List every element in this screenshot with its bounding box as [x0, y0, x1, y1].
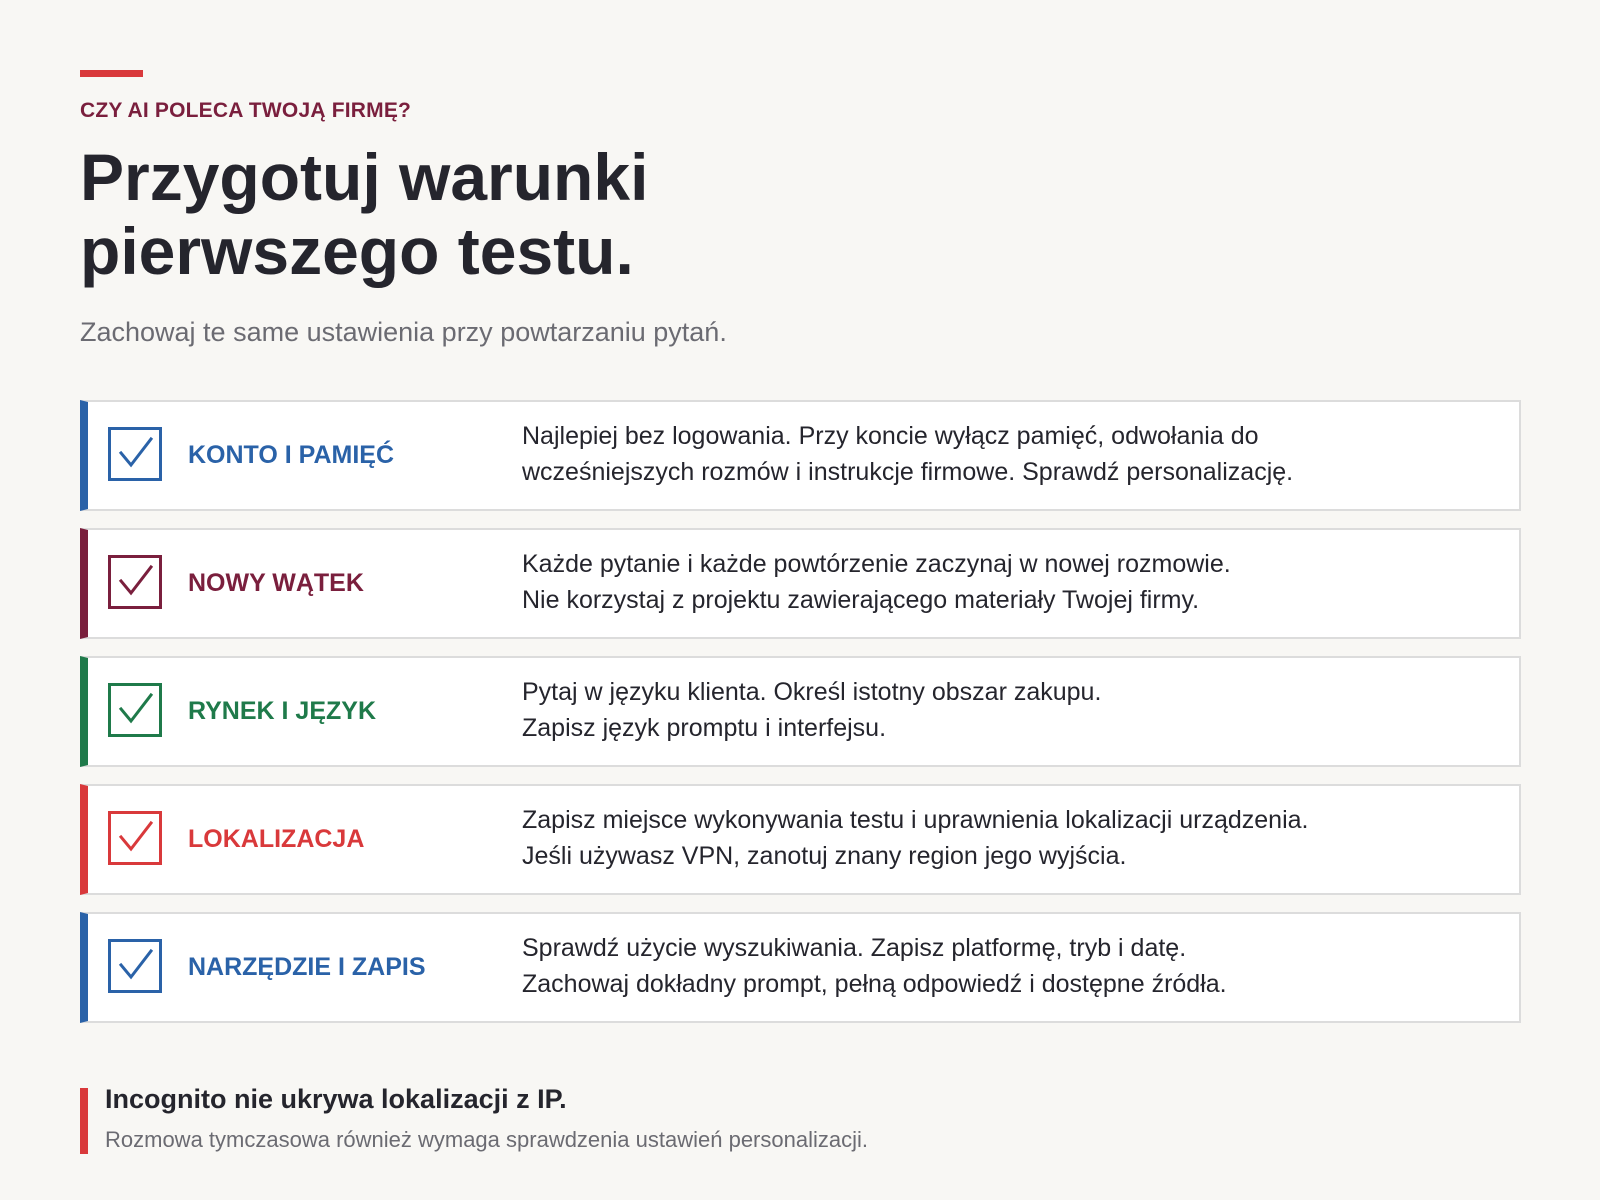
checkbox[interactable] [108, 683, 162, 737]
callout-title: Incognito nie ukrywa lokalizacji z IP. [105, 1084, 567, 1114]
description-line: Nie korzystaj z projektu zawierającego m… [522, 586, 1200, 614]
checklist-item-rynek-jezyk: RYNEK I JĘZYK Pytaj w języku klienta. Ok… [80, 656, 1521, 767]
checklist-item-label: LOKALIZACJA [188, 825, 365, 853]
checkbox[interactable] [108, 427, 162, 481]
description-line: wcześniejszych rozmów i instrukcje firmo… [522, 458, 1294, 486]
checklist-item-nowy-watek: NOWY WĄTEK Każde pytanie i każde powtórz… [80, 528, 1521, 639]
checklist-item-narzedzie-zapis: NARZĘDZIE I ZAPIS Sprawdź użycie wyszuki… [80, 912, 1521, 1023]
accent-bar [80, 70, 143, 77]
checklist-item-label: RYNEK I JĘZYK [188, 697, 377, 725]
checklist-item-label: KONTO I PAMIĘĆ [188, 441, 395, 469]
checklist-item-description: Każde pytanie i każde powtórzenie zaczyn… [522, 546, 1231, 618]
eyebrow-label: CZY AI POLECA TWOJĄ FIRMĘ? [80, 99, 412, 122]
checkbox[interactable] [108, 555, 162, 609]
checklist-item-description: Zapisz miejsce wykonywania testu i upraw… [522, 802, 1308, 874]
checklist-item-lokalizacja: LOKALIZACJA Zapisz miejsce wykonywania t… [80, 784, 1521, 895]
checkbox[interactable] [108, 939, 162, 993]
description-line: Każde pytanie i każde powtórzenie zaczyn… [522, 550, 1231, 578]
checklist-item-label: NOWY WĄTEK [188, 569, 364, 597]
checklist-item-konto: KONTO I PAMIĘĆ Najlepiej bez logowania. … [80, 400, 1521, 511]
check-icon [118, 692, 154, 724]
description-line: Sprawdź użycie wyszukiwania. Zapisz plat… [522, 934, 1187, 962]
check-icon [118, 564, 154, 596]
page-title-line2: pierwszego testu. [80, 214, 634, 288]
description-line: Najlepiej bez logowania. Przy koncie wył… [522, 422, 1259, 450]
checklist-item-description: Najlepiej bez logowania. Przy koncie wył… [522, 418, 1293, 490]
check-icon [118, 820, 154, 852]
description-line: Jeśli używasz VPN, zanotuj znany region … [522, 842, 1127, 870]
checkbox[interactable] [108, 811, 162, 865]
page-title-line1: Przygotuj warunki [80, 140, 649, 214]
checklist-item-label: NARZĘDZIE I ZAPIS [188, 953, 426, 981]
description-line: Zapisz miejsce wykonywania testu i upraw… [522, 806, 1309, 834]
check-icon [118, 436, 154, 468]
checklist: KONTO I PAMIĘĆ Najlepiej bez logowania. … [80, 400, 1521, 1040]
checklist-item-description: Pytaj w języku klienta. Określ istotny o… [522, 674, 1101, 746]
description-line: Zapisz język promptu i interfejsu. [522, 714, 887, 742]
callout-note: Incognito nie ukrywa lokalizacji z IP. R… [80, 1084, 1280, 1154]
page-subtitle: Zachowaj te same ustawienia przy powtarz… [80, 317, 727, 347]
checklist-item-description: Sprawdź użycie wyszukiwania. Zapisz plat… [522, 930, 1227, 1002]
check-icon [118, 948, 154, 980]
description-line: Zachowaj dokładny prompt, pełną odpowied… [522, 970, 1227, 998]
description-line: Pytaj w języku klienta. Określ istotny o… [522, 678, 1102, 706]
callout-text: Rozmowa tymczasowa również wymaga sprawd… [105, 1127, 868, 1152]
page-title: Przygotuj warunki pierwszego testu. [80, 140, 648, 288]
